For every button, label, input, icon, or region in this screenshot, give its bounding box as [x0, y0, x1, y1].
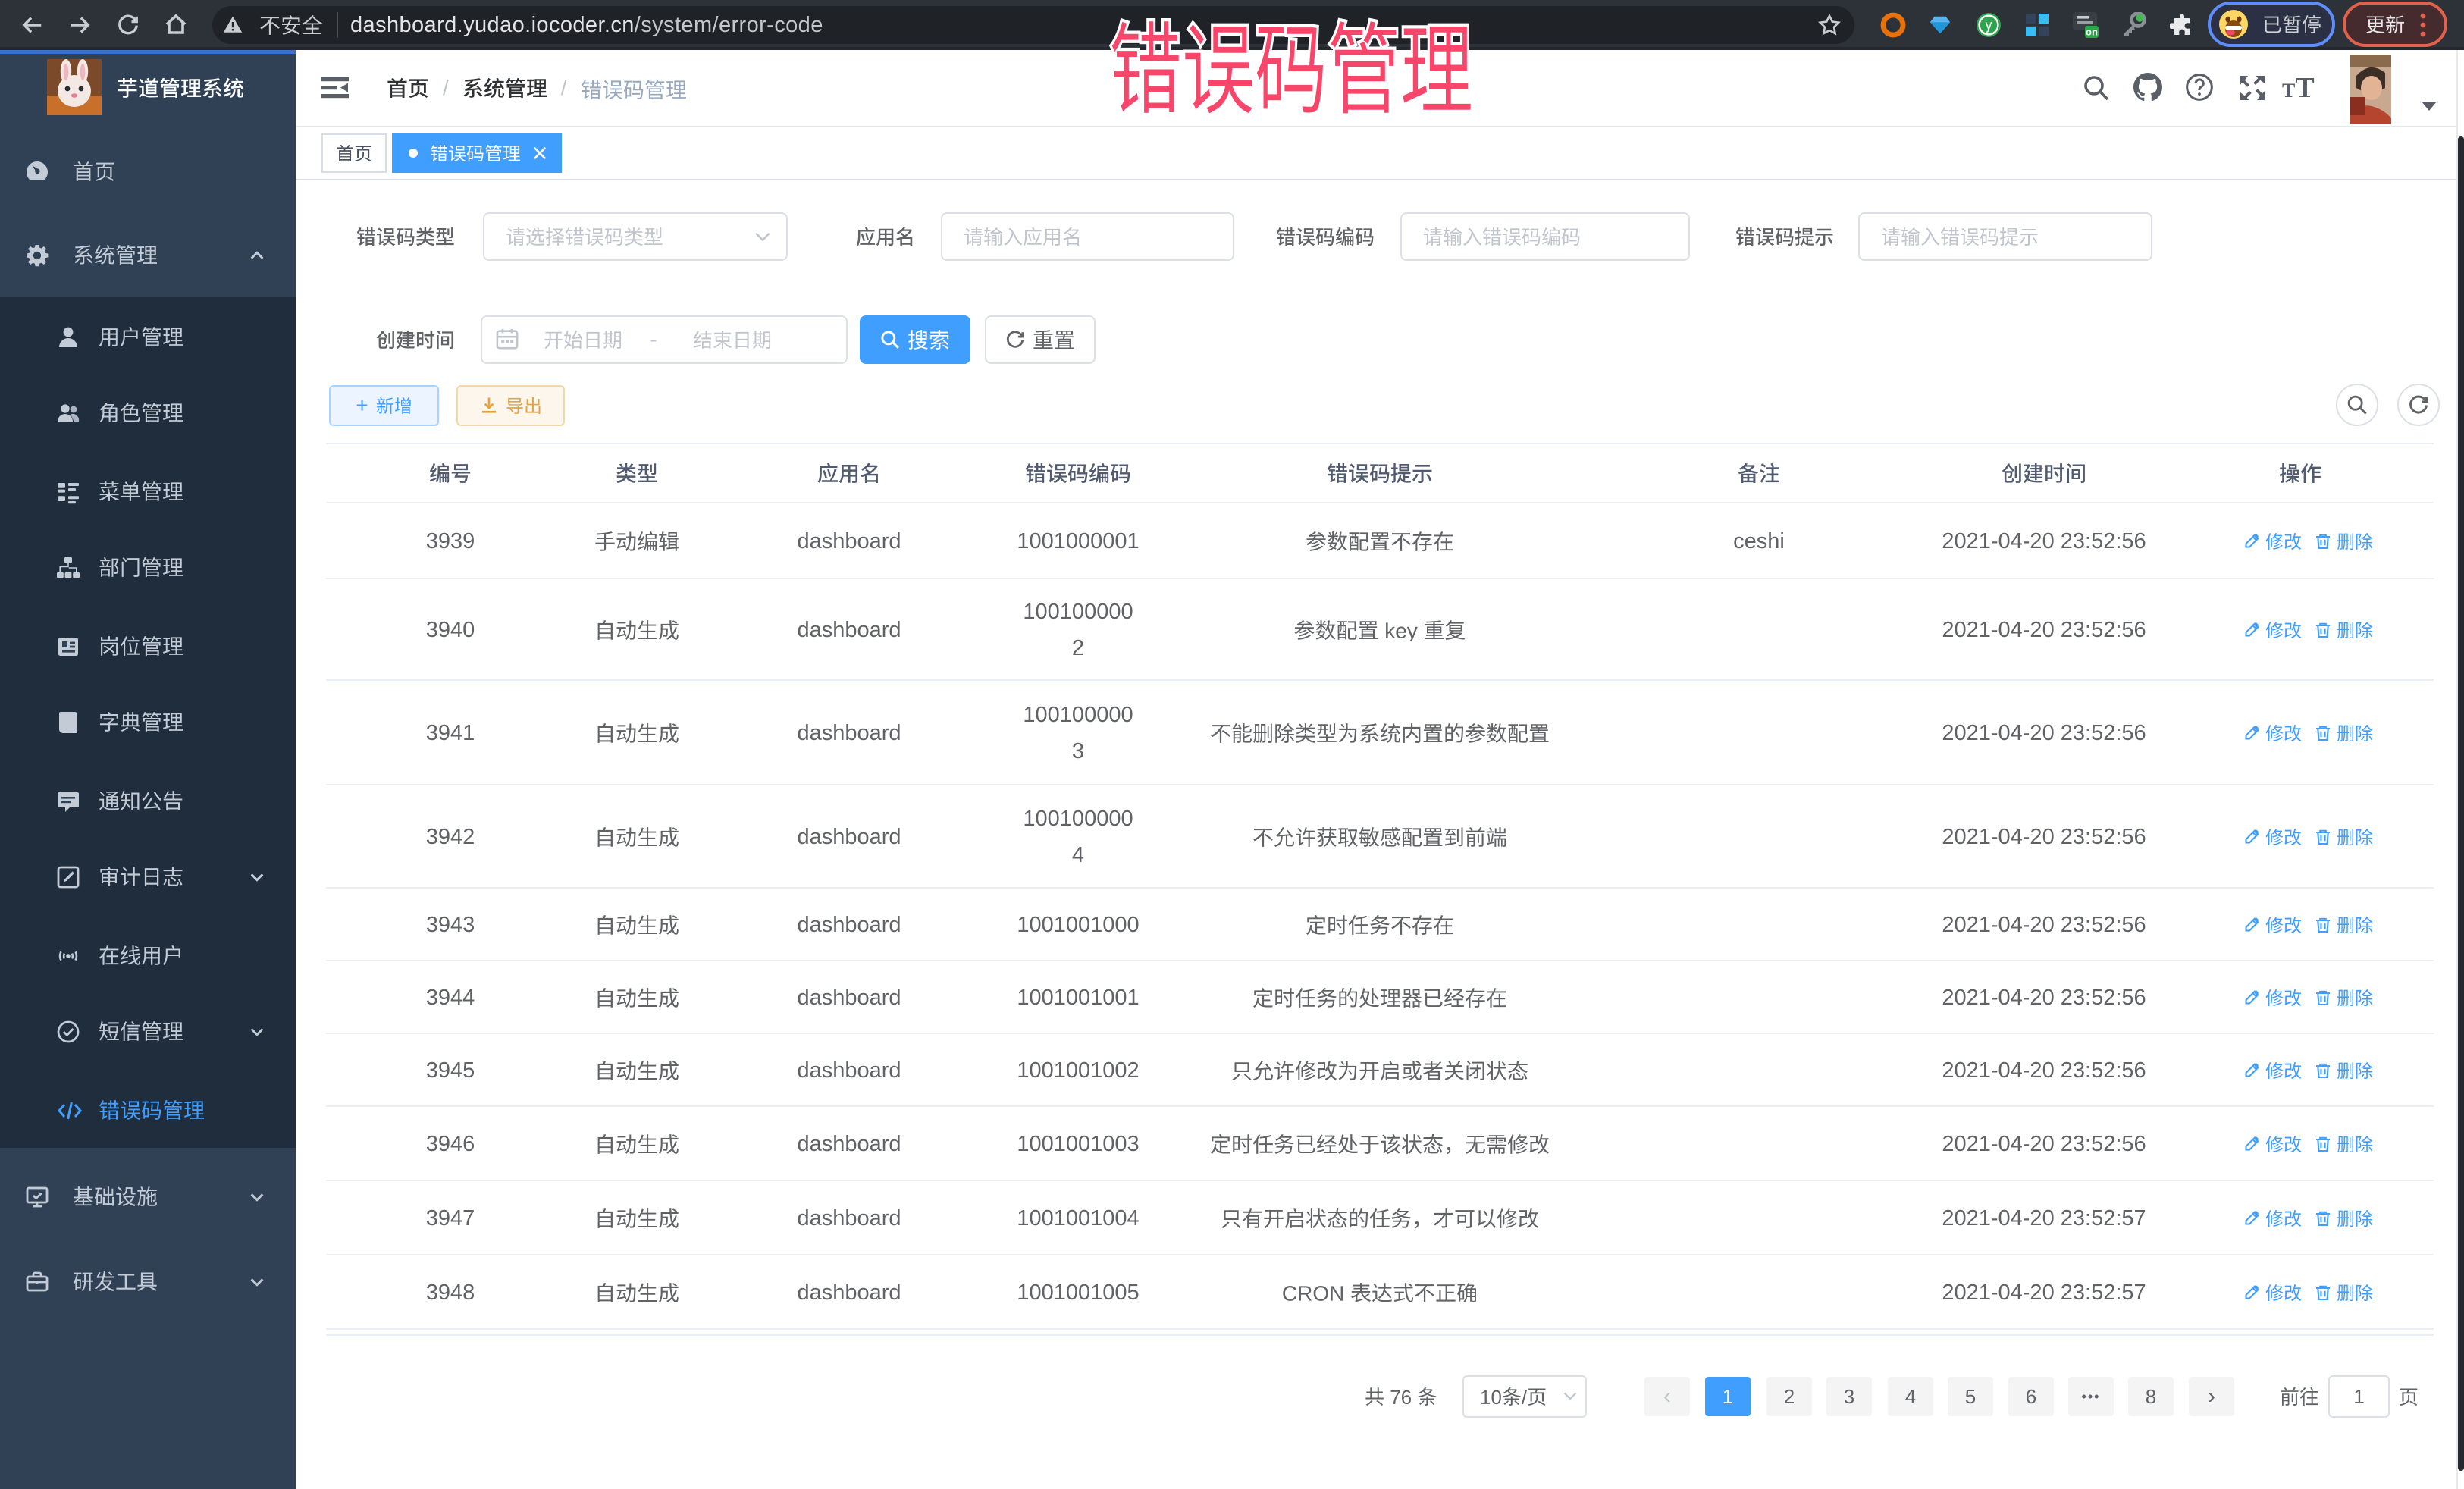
svg-text:y: y [1986, 17, 1992, 33]
svg-text:on: on [2086, 27, 2098, 38]
